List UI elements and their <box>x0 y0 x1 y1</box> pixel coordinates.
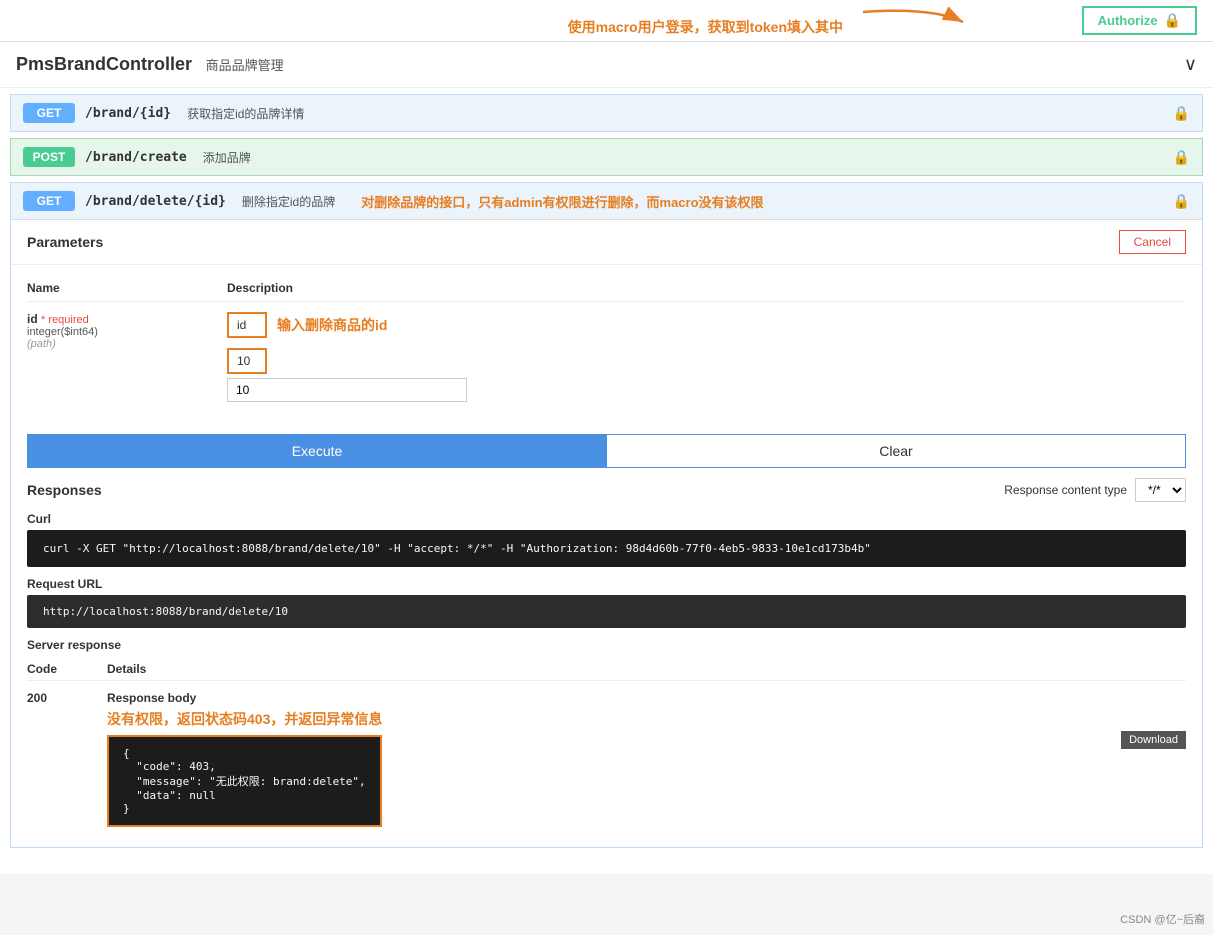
request-url-block: Request URL http://localhost:8088/brand/… <box>27 577 1186 628</box>
response-body-container: Download { "code": 403, "message": "无此权限… <box>107 735 1186 827</box>
content-type-select[interactable]: */* <box>1135 478 1186 502</box>
api-path-1: /brand/{id} <box>85 106 171 121</box>
responses-title: Responses <box>27 482 102 498</box>
execute-button[interactable]: Execute <box>28 435 606 467</box>
api-desc-1: 获取指定id的品牌详情 <box>187 105 304 122</box>
api-row-post-brand-create: POST /brand/create 添加品牌 🔒 <box>10 138 1203 176</box>
response-body-code: { "code": 403, "message": "无此权限: brand:d… <box>107 735 382 827</box>
watermark: CSDN @亿~后裔 <box>1120 911 1205 927</box>
param-field-label: id <box>227 312 267 338</box>
details-col-header: Details <box>107 662 1186 676</box>
param-desc-col: id 输入删除商品的id 10 <box>227 312 1186 402</box>
response-details: Response body 没有权限，返回状态码403，并返回异常信息 Down… <box>107 691 1186 827</box>
api-desc-3: 删除指定id的品牌 <box>242 193 335 210</box>
content-type-label: Response content type <box>1004 483 1127 497</box>
response-body-annotation: 没有权限，返回状态码403，并返回异常信息 <box>107 709 1186 729</box>
controller-subtitle: 商品品牌管理 <box>206 58 284 73</box>
params-table: Name Description id * required integer($… <box>11 265 1202 422</box>
response-code: 200 <box>27 691 107 705</box>
param-id-row: id * required integer($int64) (path) id … <box>27 302 1186 412</box>
responses-header: Responses Response content type */* <box>27 478 1186 502</box>
api-row-right-1: 🔒 <box>1173 105 1190 122</box>
param-value-display: 10 <box>227 348 267 374</box>
api-desc-2: 添加品牌 <box>203 149 251 166</box>
method-badge-post-2: POST <box>23 147 75 167</box>
params-title: Parameters <box>27 234 103 250</box>
desc-col-header: Description <box>227 281 1186 295</box>
main-content: PmsBrandController 商品品牌管理 ∨ GET /brand/{… <box>0 42 1213 874</box>
responses-section: Responses Response content type */* Curl… <box>11 468 1202 628</box>
lock-icon: 🔒 <box>1164 12 1181 29</box>
controller-name: PmsBrandController <box>16 54 192 74</box>
chevron-down-icon[interactable]: ∨ <box>1184 54 1197 75</box>
expanded-panel: Parameters Cancel Name Description id * … <box>11 219 1202 847</box>
method-badge-get-3: GET <box>23 191 75 211</box>
code-col-header: Code <box>27 662 107 676</box>
cancel-button[interactable]: Cancel <box>1119 230 1186 254</box>
controller-header: PmsBrandController 商品品牌管理 ∨ <box>0 42 1213 88</box>
param-id-input[interactable] <box>227 378 467 402</box>
api-row-get-brand-id: GET /brand/{id} 获取指定id的品牌详情 🔒 <box>10 94 1203 132</box>
response-body-label: Response body <box>107 691 1186 705</box>
authorize-button[interactable]: Authorize 🔒 <box>1082 6 1197 35</box>
lock-icon-2: 🔒 <box>1173 149 1190 166</box>
name-col-header: Name <box>27 281 227 295</box>
curl-block: Curl curl -X GET "http://localhost:8088/… <box>27 512 1186 567</box>
authorize-label: Authorize <box>1098 13 1158 28</box>
download-button[interactable]: Download <box>1121 731 1186 749</box>
method-badge-get-1: GET <box>23 103 75 123</box>
server-response-section: Server response Code Details 200 Respons… <box>11 638 1202 831</box>
param-type: integer($int64) <box>27 326 227 338</box>
top-bar: 使用macro用户登录，获取到token填入其中 Authorize 🔒 <box>0 0 1213 42</box>
delete-annotation: 对删除品牌的接口，只有admin有权限进行删除，而macro没有该权限 <box>361 192 763 211</box>
param-path: (path) <box>27 338 227 350</box>
param-input-container: 10 <box>227 344 1186 402</box>
code-details-row: 200 Response body 没有权限，返回状态码403，并返回异常信息 … <box>27 687 1186 831</box>
param-id-name: id <box>27 312 38 326</box>
request-url-value: http://localhost:8088/brand/delete/10 <box>27 595 1186 628</box>
lock-icon-1: 🔒 <box>1173 105 1190 122</box>
action-bar: Execute Clear <box>27 434 1186 468</box>
request-url-title: Request URL <box>27 577 1186 591</box>
param-required: * required <box>41 314 89 326</box>
code-details-header: Code Details <box>27 658 1186 681</box>
api-row-header-1[interactable]: GET /brand/{id} 获取指定id的品牌详情 🔒 <box>11 95 1202 131</box>
api-row-get-brand-delete: GET /brand/delete/{id} 删除指定id的品牌 对删除品牌的接… <box>10 182 1203 848</box>
api-path-2: /brand/create <box>85 150 187 165</box>
api-row-right-2: 🔒 <box>1173 149 1190 166</box>
param-label-input: id 输入删除商品的id <box>227 312 1186 338</box>
api-row-header-3[interactable]: GET /brand/delete/{id} 删除指定id的品牌 对删除品牌的接… <box>11 183 1202 219</box>
param-name-col: id * required integer($int64) (path) <box>27 312 227 350</box>
clear-button[interactable]: Clear <box>606 435 1185 467</box>
top-annotation-text: 使用macro用户登录，获取到token填入其中 <box>568 17 843 37</box>
params-header: Parameters Cancel <box>11 220 1202 265</box>
lock-icon-3: 🔒 <box>1173 193 1190 210</box>
api-row-header-2[interactable]: POST /brand/create 添加品牌 🔒 <box>11 139 1202 175</box>
params-table-header: Name Description <box>27 275 1186 302</box>
curl-value: curl -X GET "http://localhost:8088/brand… <box>27 530 1186 567</box>
api-path-3: /brand/delete/{id} <box>85 194 226 209</box>
curl-title: Curl <box>27 512 1186 526</box>
param-annotation: 输入删除商品的id <box>277 315 387 335</box>
server-response-title: Server response <box>27 638 1186 652</box>
api-row-right-3: 🔒 <box>1173 193 1190 210</box>
response-content-type: Response content type */* <box>1004 478 1186 502</box>
controller-title-area: PmsBrandController 商品品牌管理 <box>16 54 284 75</box>
